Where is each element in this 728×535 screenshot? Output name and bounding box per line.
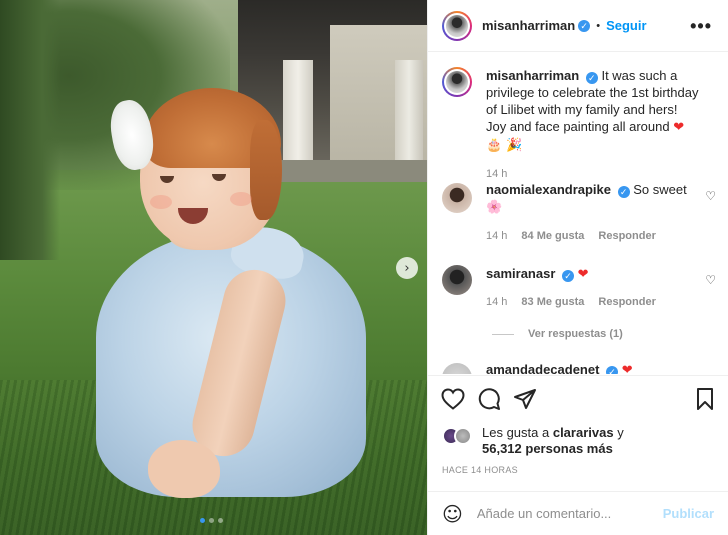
next-slide-button[interactable]: › xyxy=(396,257,418,279)
cheek xyxy=(230,192,252,206)
comment-likes[interactable]: 84 Me gusta xyxy=(521,230,584,242)
post-header: misanharriman ✓ • Seguir ••• xyxy=(428,0,728,52)
comment-row: samiranasr ✓ ❤ 14 h 83 Me gusta Responde… xyxy=(428,265,728,308)
liker-username[interactable]: clararivas xyxy=(553,425,614,440)
post-comment-button[interactable]: Publicar xyxy=(663,506,714,521)
follow-button[interactable]: Seguir xyxy=(606,18,646,33)
author-username[interactable]: misanharriman xyxy=(482,18,575,33)
commenter-avatar[interactable] xyxy=(442,183,472,213)
likes-connector: y xyxy=(617,425,624,440)
like-comment-heart-icon[interactable]: ♡ xyxy=(705,273,716,287)
comment-time[interactable]: 14 h xyxy=(486,296,507,308)
add-comment-bar: ☺ Publicar xyxy=(428,491,728,535)
background-hedge xyxy=(0,0,60,260)
post-actions-bar xyxy=(428,375,728,425)
share-paper-plane-icon[interactable] xyxy=(512,386,538,412)
caption-meta: 14 h xyxy=(486,168,698,180)
verified-badge-icon: ✓ xyxy=(606,366,619,374)
comments-list[interactable]: misanharriman ✓ It was such a privilege … xyxy=(428,53,728,374)
caption-username[interactable]: misanharriman xyxy=(486,68,579,83)
likes-count[interactable]: 56,312 personas más xyxy=(482,441,613,456)
likes-prefix: Les gusta a xyxy=(482,425,550,440)
emoji-picker-icon[interactable]: ☺ xyxy=(442,502,463,526)
chevron-right-icon: › xyxy=(404,260,410,276)
heart-emoji: ❤ xyxy=(621,363,633,374)
carousel-dots xyxy=(200,518,223,523)
baby-hand xyxy=(148,440,220,498)
comment-input[interactable] xyxy=(476,506,657,521)
comment-meta: 14 h 83 Me gusta Responder xyxy=(486,296,698,308)
carousel-dot-active xyxy=(200,518,205,523)
likes-summary: Les gusta a clararivas y 56,312 personas… xyxy=(442,425,722,457)
author-avatar[interactable] xyxy=(442,10,472,41)
flower-emoji: 🌸 xyxy=(486,200,503,215)
comment-username[interactable]: amandadecadenet xyxy=(486,362,599,374)
likers-avatars[interactable] xyxy=(442,427,476,447)
reply-button[interactable]: Responder xyxy=(598,230,655,242)
caption-time[interactable]: 14 h xyxy=(486,168,507,180)
comment-meta: 14 h 84 Me gusta Responder xyxy=(486,230,698,242)
house-column xyxy=(283,60,313,175)
comment-icon[interactable] xyxy=(476,386,502,412)
comment-time[interactable]: 14 h xyxy=(486,230,507,242)
comment-username[interactable]: naomialexandrapike xyxy=(486,182,611,197)
like-comment-heart-icon[interactable]: ♡ xyxy=(705,189,716,203)
baby-hair-side xyxy=(250,120,282,220)
save-bookmark-icon[interactable] xyxy=(692,386,718,412)
post-photo[interactable]: › xyxy=(0,0,427,535)
reply-button[interactable]: Responder xyxy=(598,296,655,308)
heart-emoji: ❤ xyxy=(577,267,589,282)
comment-likes[interactable]: 83 Me gusta xyxy=(521,296,584,308)
caption: misanharriman ✓ It was such a privilege … xyxy=(428,67,728,180)
carousel-dot xyxy=(218,518,223,523)
replies-line xyxy=(492,333,514,335)
verified-badge-icon: ✓ xyxy=(585,72,598,84)
post-timestamp[interactable]: HACE 14 HORAS xyxy=(442,465,518,475)
comment-row: amandadecadenet ✓ ❤ xyxy=(428,361,728,374)
separator-dot: • xyxy=(596,19,601,32)
view-replies-button[interactable]: Ver respuestas (1) xyxy=(492,328,623,340)
liker-avatar xyxy=(454,427,472,445)
post-side-panel: misanharriman ✓ • Seguir ••• misanharrim… xyxy=(427,0,728,535)
caption-avatar[interactable] xyxy=(442,67,472,97)
comment-text: So sweet xyxy=(633,182,687,197)
carousel-dot xyxy=(209,518,214,523)
comment-username[interactable]: samiranasr xyxy=(486,266,555,281)
verified-badge-icon: ✓ xyxy=(578,19,591,32)
verified-badge-icon: ✓ xyxy=(562,270,575,282)
commenter-avatar[interactable] xyxy=(442,363,472,374)
comment-row: naomialexandrapike ✓ So sweet 🌸 14 h 84 … xyxy=(428,181,728,242)
house-column xyxy=(395,60,423,175)
commenter-avatar[interactable] xyxy=(442,265,472,295)
more-options-icon[interactable]: ••• xyxy=(690,16,712,37)
like-heart-icon[interactable] xyxy=(440,386,466,412)
cheek xyxy=(150,195,172,209)
verified-badge-icon: ✓ xyxy=(617,186,630,198)
view-replies-label: Ver respuestas (1) xyxy=(528,328,623,340)
